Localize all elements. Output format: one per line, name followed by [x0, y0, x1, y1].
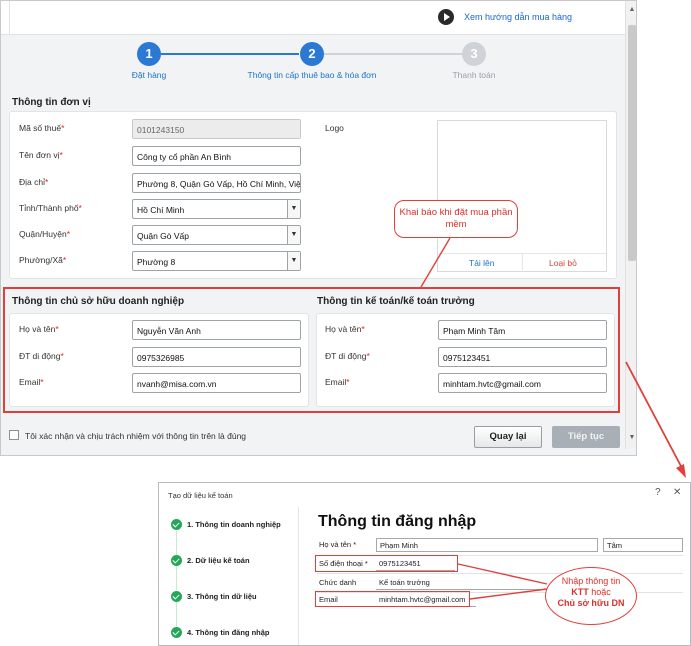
- login-callout: Nhập thông tin KTT hoặc Chủ sở hữu DN: [545, 567, 637, 625]
- callout-line-1: Nhập thông tin: [561, 576, 621, 586]
- callout-line-3: Chủ sở hữu DN: [557, 598, 625, 608]
- accounting-data-window: Tạo dữ liệu kế toán ? ✕ 1. Thông tin doa…: [158, 482, 691, 646]
- callout-line-2: KTT hoặc: [571, 587, 611, 597]
